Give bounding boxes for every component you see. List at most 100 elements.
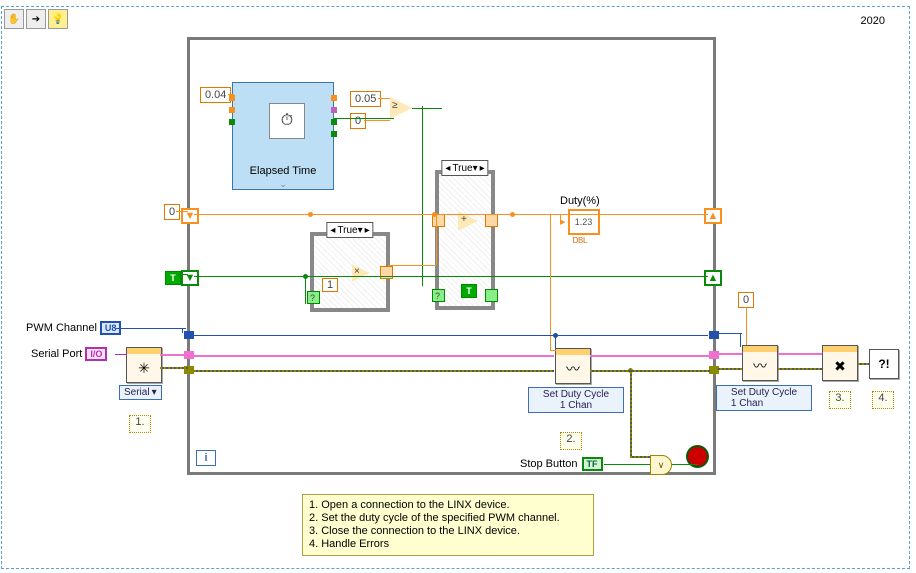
annotation-3: 3. xyxy=(829,391,851,409)
diagram-id: 2020 xyxy=(861,15,885,27)
or-fn[interactable]: ∨ xyxy=(650,455,672,475)
const-close-zero[interactable]: 0 xyxy=(738,292,754,308)
error-icon: ?! xyxy=(870,350,898,378)
help-line-2: 2. Set the duty cycle of the specified P… xyxy=(309,512,587,525)
wire xyxy=(630,456,650,458)
linx-set-duty-2-subvi[interactable]: 〰 xyxy=(742,345,778,381)
wire xyxy=(115,354,127,355)
wire xyxy=(160,367,190,369)
wire xyxy=(778,368,822,370)
wire xyxy=(716,368,742,370)
wire xyxy=(422,106,423,286)
block-diagram-frame: ✋ ➔ 💡 2020 PWM Channel U8 Serial Port I/… xyxy=(1,6,910,569)
case-inner-selector[interactable]: ◂ True ▾ ▸ xyxy=(326,222,373,238)
wire xyxy=(305,276,306,304)
pwm-channel-control[interactable]: PWM Channel U8 xyxy=(26,321,121,335)
case-outer-selector[interactable]: ◂ True ▾ ▸ xyxy=(441,160,488,176)
case-inner-label: True xyxy=(337,225,357,236)
case-structure-outer[interactable]: ◂ True ▾ ▸ ? + T xyxy=(435,170,495,310)
wire xyxy=(740,333,741,347)
wire xyxy=(590,370,710,372)
case-outer-out xyxy=(485,214,498,227)
wire xyxy=(364,120,390,121)
help-line-4: 4. Handle Errors xyxy=(309,538,587,551)
const-limit-high[interactable]: 0.05 xyxy=(350,91,381,107)
pwm-wave-icon: 〰 xyxy=(743,352,777,380)
serial-port-control[interactable]: Serial Port I/O xyxy=(31,347,107,361)
linx-close-subvi[interactable]: ✖ xyxy=(822,345,858,381)
linx-set-duty-1-poly[interactable]: Set Duty Cycle 1 Chan xyxy=(528,387,624,413)
chevron-right-icon[interactable]: ▸ xyxy=(363,225,372,236)
annotation-2: 2. xyxy=(560,432,582,450)
linx-set-duty-1-subvi[interactable]: 〰 xyxy=(555,348,591,384)
linx-open-poly-label: Serial xyxy=(124,387,150,398)
elapsed-time-vi[interactable]: ⏱ Elapsed Time ⌄ xyxy=(232,82,334,190)
serial-port-dtype: I/O xyxy=(85,347,107,361)
chevron-left-icon[interactable]: ◂ xyxy=(443,163,452,174)
const-init-0[interactable]: 0 xyxy=(164,204,180,220)
wire xyxy=(778,353,822,355)
wire xyxy=(334,118,394,119)
wire xyxy=(716,333,742,334)
wire xyxy=(228,94,234,95)
wire xyxy=(194,276,708,277)
stop-button-label: Stop Button xyxy=(520,458,578,470)
stop-button-control[interactable]: Stop Button TF xyxy=(520,457,603,471)
wire xyxy=(182,328,183,333)
wire xyxy=(378,98,390,99)
annotation-4: 4. xyxy=(872,391,894,409)
wire xyxy=(194,370,554,372)
wire xyxy=(555,335,556,349)
help-note: 1. Open a connection to the LINX device.… xyxy=(302,494,594,556)
annotation-1: 1. xyxy=(129,415,151,433)
chevron-right-icon[interactable]: ▸ xyxy=(478,163,487,174)
chevron-left-icon[interactable]: ◂ xyxy=(328,225,337,236)
pwm-wave-icon: 〰 xyxy=(556,355,590,383)
error-handler-subvi[interactable]: ?! xyxy=(869,349,899,379)
duty-indicator-value: 1.23 xyxy=(568,209,600,235)
linx-open-subvi[interactable]: ✳ xyxy=(126,347,162,383)
chevron-down-icon[interactable]: ⌄ xyxy=(233,179,333,189)
wire xyxy=(160,354,190,356)
wire xyxy=(858,363,870,365)
stop-button-dtype: TF xyxy=(582,457,603,471)
pan-tool-icon[interactable]: ✋ xyxy=(4,9,24,29)
run-arrow-icon[interactable]: ➔ xyxy=(26,9,46,29)
wire xyxy=(630,370,632,456)
wire xyxy=(590,355,710,357)
highlight-exec-icon[interactable]: 💡 xyxy=(48,9,68,29)
tunnel-blue-left xyxy=(184,331,194,339)
elapsed-time-label: Elapsed Time xyxy=(233,165,333,177)
const-one[interactable]: 1 xyxy=(322,278,338,292)
duty-indicator-label: Duty(%) xyxy=(560,195,600,207)
while-loop: ▼ ▼ ▲ ▲ 0.04 xyxy=(187,37,716,475)
wire xyxy=(550,350,556,351)
wire xyxy=(178,274,188,275)
duty-indicator[interactable]: Duty(%) ▸ 1.23 DBL xyxy=(560,195,600,245)
wire xyxy=(388,265,436,266)
wire xyxy=(194,335,708,336)
wire xyxy=(194,355,554,357)
help-line-1: 1. Open a connection to the LINX device. xyxy=(309,499,587,512)
serial-port-label: Serial Port xyxy=(31,348,82,360)
shift-register-right-green: ▲ xyxy=(704,270,722,286)
duty-indicator-dtype: DBL xyxy=(560,236,600,245)
case-inner-out xyxy=(380,266,393,279)
linx-set-duty-1-poly-label: Set Duty Cycle 1 Chan xyxy=(543,389,609,411)
const-time-target[interactable]: 0.04 xyxy=(200,87,231,103)
wire xyxy=(116,328,186,329)
linx-set-duty-2-poly[interactable]: Set Duty Cycle 1 Chan xyxy=(716,385,812,411)
const-limit-low[interactable]: 0 xyxy=(350,113,366,129)
wire xyxy=(746,307,747,345)
sparkle-icon: ✳ xyxy=(127,354,161,382)
case-outer-bool-out xyxy=(485,289,498,302)
wire xyxy=(412,108,442,109)
case-outer-label: True xyxy=(452,163,472,174)
wire xyxy=(604,464,650,465)
case-structure-inner[interactable]: ◂ True ▾ ▸ ? 1 × xyxy=(310,232,390,312)
pwm-channel-label: PWM Channel xyxy=(26,322,97,334)
case-outer-bool-const: T xyxy=(461,284,477,298)
wire xyxy=(672,464,698,465)
toolbar: ✋ ➔ 💡 xyxy=(4,9,68,29)
linx-open-poly-selector[interactable]: Serial▾ xyxy=(119,385,162,400)
